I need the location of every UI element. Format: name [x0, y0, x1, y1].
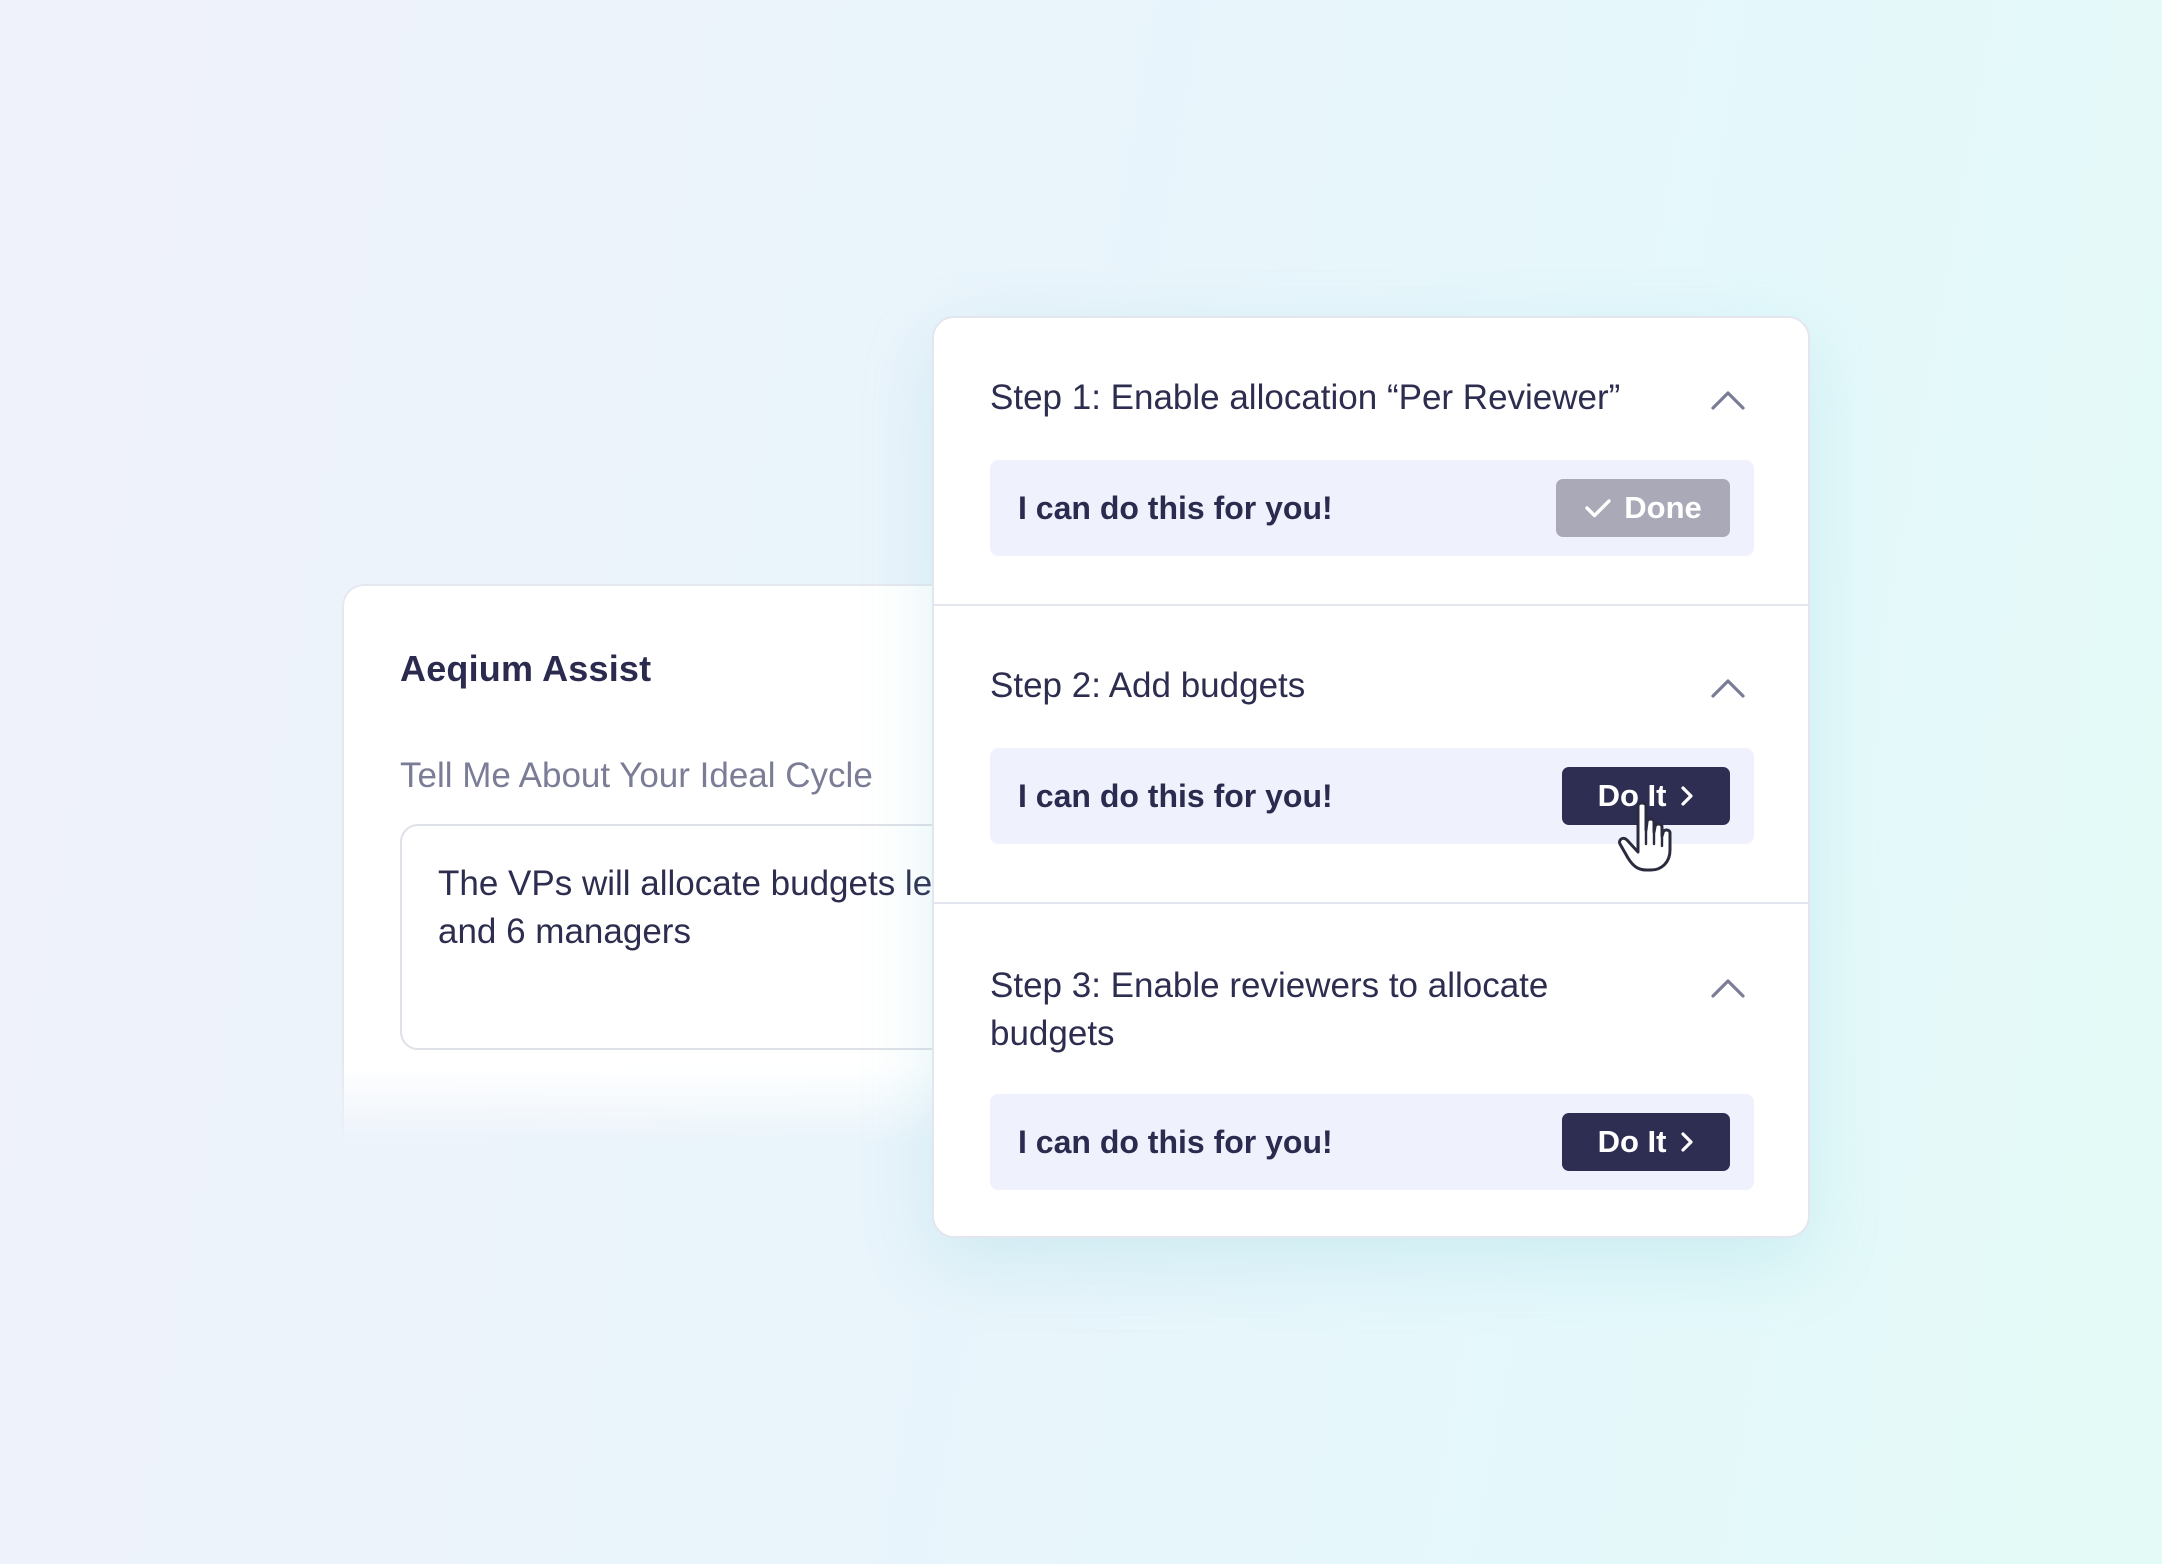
step-2-action-text: I can do this for you! — [1018, 778, 1333, 814]
do-it-button[interactable]: Do It — [1562, 1113, 1730, 1171]
step-2: Step 2: Add budgets I can do this for yo… — [934, 604, 1808, 902]
step-1-action-row: I can do this for you! Done — [990, 460, 1754, 556]
done-button[interactable]: Done — [1556, 479, 1730, 537]
steps-panel: Step 1: Enable allocation “Per Reviewer”… — [932, 316, 1810, 1238]
step-1-action-text: I can do this for you! — [1018, 490, 1333, 526]
done-button-label: Done — [1624, 490, 1702, 525]
step-2-title: Step 2: Add budgets — [990, 666, 1306, 705]
check-icon — [1585, 499, 1611, 518]
hand-cursor-icon — [1618, 801, 1672, 872]
step-3-action-text: I can do this for you! — [1018, 1124, 1333, 1160]
chevron-up-icon[interactable] — [1708, 668, 1748, 708]
chevron-right-icon — [1681, 786, 1694, 806]
step-3: Step 3: Enable reviewers to allocate bud… — [934, 902, 1808, 1236]
step-1: Step 1: Enable allocation “Per Reviewer”… — [934, 318, 1808, 604]
chevron-right-icon — [1681, 1132, 1694, 1152]
do-it-button-label: Do It — [1597, 1124, 1667, 1159]
ideal-cycle-label: Tell Me About Your Ideal Cycle — [400, 756, 873, 795]
step-3-title: Step 3: Enable reviewers to allocate bud… — [990, 966, 1549, 1053]
step-3-action-row: I can do this for you! Do It — [990, 1094, 1754, 1190]
assist-title: Aeqium Assist — [400, 648, 652, 689]
step-1-title: Step 1: Enable allocation “Per Reviewer” — [990, 378, 1621, 417]
chevron-up-icon[interactable] — [1708, 380, 1748, 420]
assist-panel: Aeqium Assist Tell Me About Your Ideal C… — [342, 584, 1100, 1144]
chevron-up-icon[interactable] — [1708, 968, 1748, 1008]
